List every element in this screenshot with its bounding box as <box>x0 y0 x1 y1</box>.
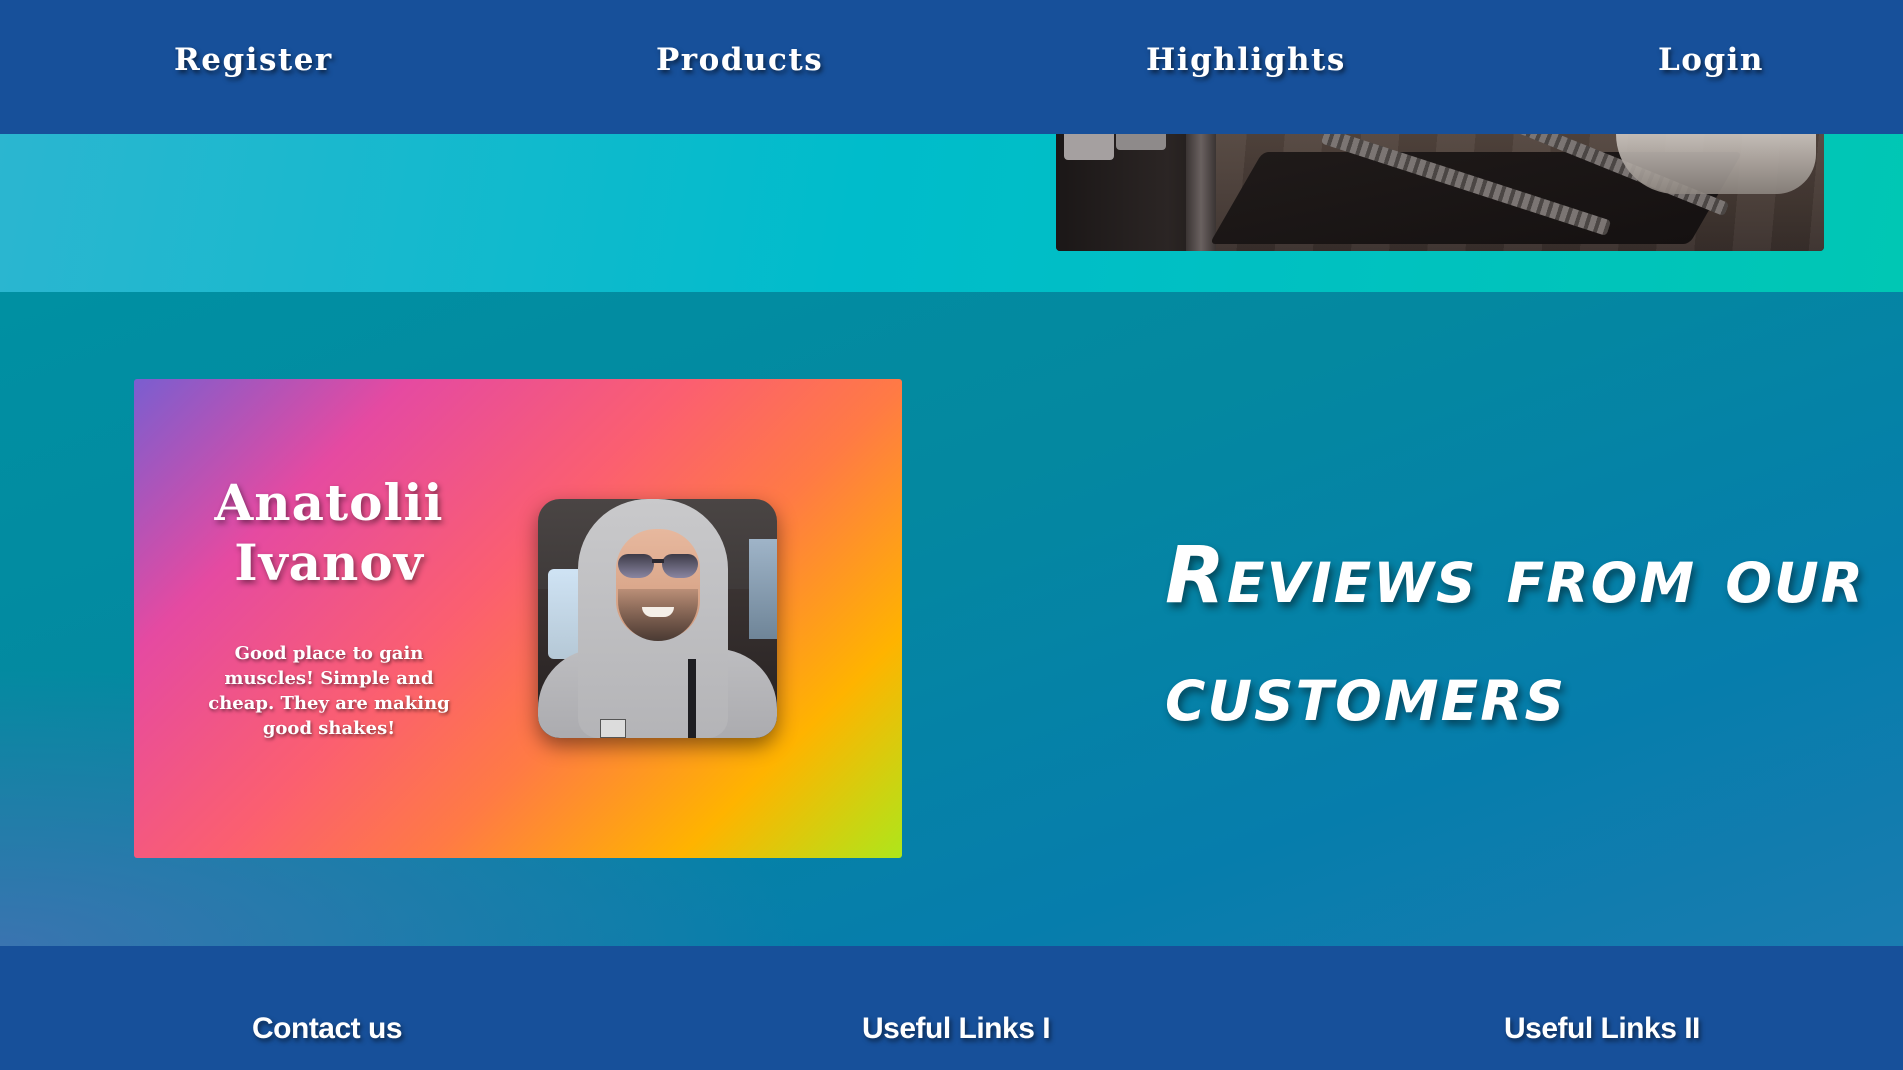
footer: Contact us Useful Links I Useful Links I… <box>0 946 1903 1070</box>
navbar: Register Products Highlights Login <box>0 0 1903 134</box>
reviewer-avatar <box>538 499 777 738</box>
footer-useful-links-1-heading: Useful Links I <box>862 1012 1051 1045</box>
footer-useful-links-2-heading: Useful Links II <box>1504 1012 1700 1045</box>
photo-panel <box>1064 134 1114 160</box>
avatar-smile <box>642 607 674 617</box>
photo-wheel <box>1616 134 1816 194</box>
avatar-sunglasses-left <box>618 554 654 578</box>
nav-products-link[interactable]: Products <box>656 42 823 78</box>
avatar-sunglasses-bridge <box>652 559 664 563</box>
avatar-tag <box>600 719 626 738</box>
treadmill-photo <box>1056 134 1824 251</box>
reviews-section: Anatolii Ivanov Good place to gain muscl… <box>0 292 1903 946</box>
footer-contact-heading: Contact us <box>252 1012 403 1045</box>
avatar-sunglasses-right <box>662 554 698 578</box>
reviewer-name: Anatolii Ivanov <box>214 473 444 592</box>
avatar-strap <box>688 659 696 738</box>
avatar-car-window-right <box>749 539 777 639</box>
reviews-title: Reviews from our customers <box>1165 531 1865 739</box>
photo-panel-secondary <box>1116 134 1166 150</box>
photo-post <box>1186 134 1216 251</box>
review-card: Anatolii Ivanov Good place to gain muscl… <box>134 379 902 858</box>
nav-login-link[interactable]: Login <box>1658 42 1764 78</box>
nav-register-link[interactable]: Register <box>174 42 333 78</box>
review-text: Good place to gain muscles! Simple and c… <box>208 643 450 739</box>
nav-highlights-link[interactable]: Highlights <box>1146 42 1346 78</box>
hero-strip <box>0 134 1903 292</box>
